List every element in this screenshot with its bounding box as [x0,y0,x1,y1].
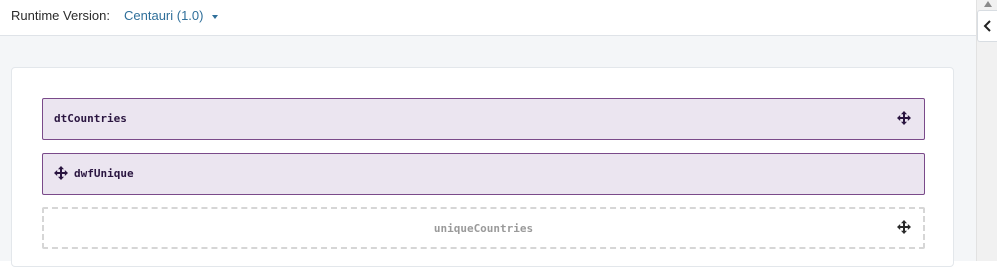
workflow-card: dtCountries dwfUnique uniqueCountries [11,67,954,267]
block-name: dwfUnique [74,167,134,180]
top-toolbar: Runtime Version: Centauri (1.0) [0,0,976,36]
runtime-version-label: Runtime Version: [11,8,110,23]
workflow-canvas: dtCountries dwfUnique uniqueCountries [0,36,976,267]
block-name: uniqueCountries [433,222,534,235]
scroll-up-arrow-icon[interactable] [984,1,992,7]
move-icon[interactable] [897,111,911,125]
move-icon[interactable] [54,166,68,180]
collapse-panel-button[interactable] [977,10,997,42]
block-dtcountries[interactable]: dtCountries [42,98,925,140]
runtime-version-dropdown[interactable]: Centauri (1.0) [124,8,219,23]
block-dwfunique[interactable]: dwfUnique [42,153,925,195]
move-icon[interactable] [897,220,911,234]
block-uniquecountries-placeholder[interactable]: uniqueCountries [42,207,925,249]
runtime-version-value: Centauri (1.0) [124,8,204,23]
chevron-left-icon [983,20,991,32]
block-name: dtCountries [54,112,127,125]
caret-down-icon [212,14,219,19]
